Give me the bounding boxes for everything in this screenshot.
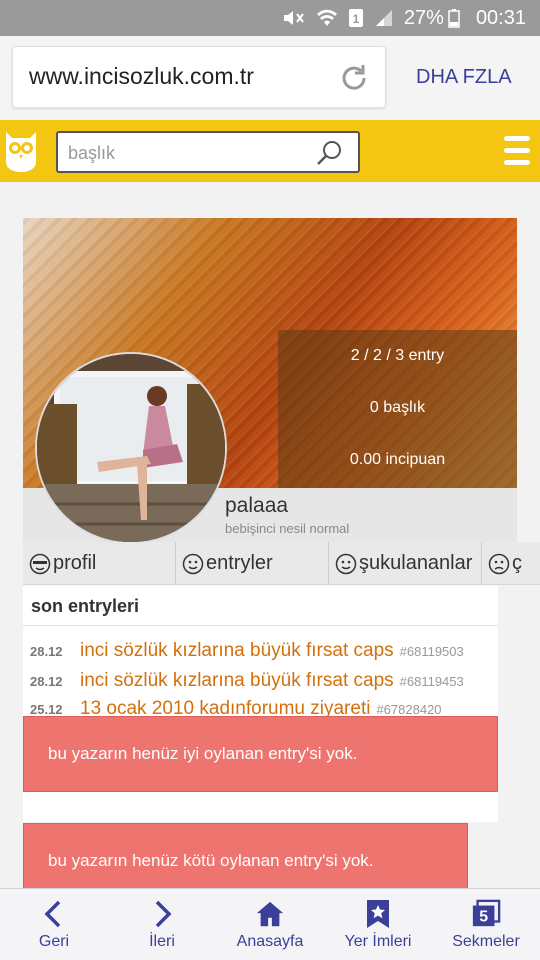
cool-face-icon [29, 553, 51, 574]
nav-label: Anasayfa [236, 932, 304, 950]
bookmark-icon [363, 899, 393, 929]
tabs-icon: 5 [471, 899, 501, 929]
search-icon[interactable] [316, 139, 344, 167]
more-button[interactable]: DHA FZLA [416, 66, 512, 89]
status-bar: 1 27% 00:31 [0, 0, 540, 36]
nav-label: Geri [38, 932, 70, 950]
sim-number: 1 [353, 12, 360, 26]
stat-points: 0.00 incipuan [349, 451, 446, 468]
stat-titles[interactable]: 0 başlık [278, 382, 517, 434]
bookmarks-button[interactable]: Yer İmleri [324, 889, 432, 960]
entry-title-link[interactable]: inci sözlük kızlarına büyük fırsat caps [80, 640, 394, 662]
tab-label: ç [512, 552, 522, 574]
back-button[interactable]: Geri [0, 889, 108, 960]
nav-label: Sekmeler [452, 932, 520, 950]
tab-sukulananlar[interactable]: şukulananlar [329, 542, 482, 584]
tab-profil[interactable]: profil [23, 542, 176, 584]
wifi-icon [316, 8, 338, 28]
tab-cukulananlar[interactable]: ç [482, 542, 540, 584]
hamburger-menu-icon[interactable] [504, 136, 530, 166]
entry-date: 25.12 [30, 701, 63, 717]
home-icon [255, 899, 285, 929]
recent-entries: son entryleri 28.12 inci sözlük kızların… [23, 586, 498, 720]
entry-id-link[interactable]: #67828420 [376, 702, 441, 717]
entry-id-link[interactable]: #68119453 [400, 674, 464, 689]
tab-label: entryler [206, 552, 273, 574]
tab-count: 5 [479, 908, 488, 925]
tab-entryler[interactable]: entryler [176, 542, 329, 584]
smile-face-icon [335, 553, 357, 574]
battery-icon [448, 8, 460, 28]
browser-toolbar: www.incisozluk.com.tr DHA FZLA [0, 36, 540, 120]
tab-label: profil [53, 552, 97, 574]
search-input[interactable]: başlık [56, 131, 360, 173]
avatar[interactable] [35, 352, 227, 544]
bad-entries-notice: bu yazarın henüz kötü oylanan entry'si y… [23, 823, 468, 888]
notice-text: bu yazarın henüz kötü oylanan entry'si y… [48, 851, 374, 870]
reload-icon[interactable] [337, 61, 371, 95]
forward-button[interactable]: İleri [108, 889, 216, 960]
battery-percent: 27% [403, 6, 444, 29]
entry-id-link[interactable]: #68119503 [400, 644, 464, 659]
good-entries-notice: bu yazarın henüz iyi oylanan entry'si yo… [23, 716, 498, 792]
signal-icon [374, 8, 394, 28]
entry-date: 28.12 [30, 673, 63, 689]
entry-title-link[interactable]: inci sözlük kızlarına büyük fırsat caps [80, 670, 394, 692]
home-button[interactable]: Anasayfa [216, 889, 324, 960]
sim-icon: 1 [348, 8, 364, 28]
site-header: başlık [0, 120, 540, 182]
search-placeholder: başlık [68, 143, 116, 163]
sad-face-icon [488, 553, 510, 574]
browser-bottom-nav: Geri İleri Anasayfa Yer İmleri 5 Sekmele… [0, 888, 540, 960]
nav-label: Yer İmleri [344, 932, 412, 950]
address-bar[interactable]: www.incisozluk.com.tr [12, 46, 386, 108]
user-level: bebişinci nesil normal [225, 521, 350, 536]
clock: 00:31 [475, 6, 526, 29]
profile-page: 2 / 2 / 3 entry 0 başlık 0.00 incipuan p… [0, 182, 540, 888]
list-item[interactable]: 28.12 inci sözlük kızlarına büyük fırsat… [23, 636, 498, 666]
profile-stats: 2 / 2 / 3 entry 0 başlık 0.00 incipuan [278, 330, 517, 488]
profile-tabs: profil entryler şukulananlar ç [23, 542, 540, 585]
notice-text: bu yazarın henüz iyi oylanan entry'si yo… [48, 744, 358, 763]
owl-logo-icon[interactable] [4, 128, 38, 174]
section-heading: son entryleri [31, 596, 140, 616]
forward-icon [147, 899, 177, 929]
smile-face-icon [182, 553, 204, 574]
list-item[interactable]: 28.12 inci sözlük kızlarına büyük fırsat… [23, 666, 498, 696]
stat-entries[interactable]: 2 / 2 / 3 entry [278, 330, 517, 382]
nav-label: İleri [149, 932, 175, 950]
mute-icon [282, 8, 306, 28]
entry-date: 28.12 [30, 643, 63, 659]
back-icon [39, 899, 69, 929]
username: palaaa [225, 494, 289, 517]
url-text[interactable]: www.incisozluk.com.tr [29, 63, 254, 90]
tab-label: şukulananlar [359, 552, 473, 574]
spacer [23, 792, 498, 822]
tabs-button[interactable]: 5 Sekmeler [432, 889, 540, 960]
